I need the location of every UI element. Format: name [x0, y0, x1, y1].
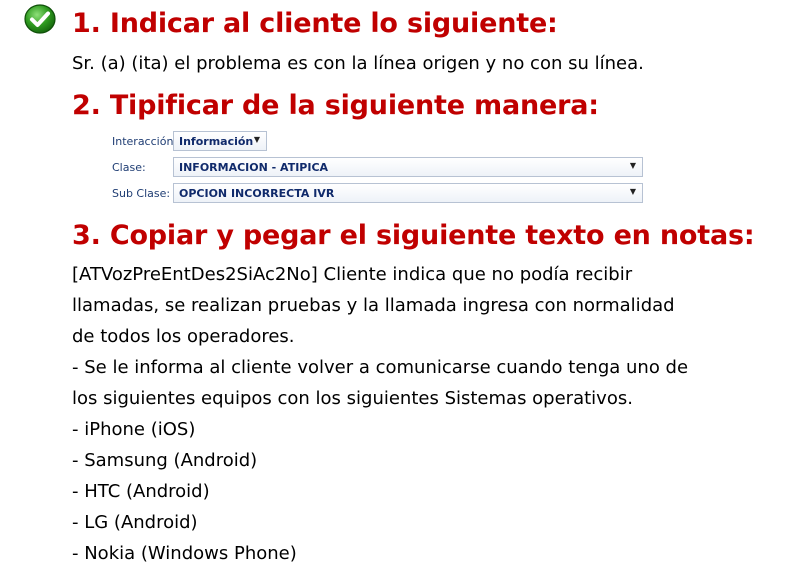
step-2-heading: 2. Tipificar de la siguiente manera:	[72, 90, 599, 121]
notes-line: - Nokia (Windows Phone)	[72, 543, 297, 564]
check-circle-icon	[24, 4, 56, 34]
notes-line: de todos los operadores.	[72, 326, 295, 347]
step-1-heading: 1. Indicar al cliente lo siguiente:	[72, 8, 558, 39]
subclase-select[interactable]: OPCION INCORRECTA IVR ▼	[173, 183, 643, 203]
notes-line: - HTC (Android)	[72, 481, 210, 502]
notes-line: los siguientes equipos con los siguiente…	[72, 388, 633, 409]
dropdown-arrow-icon: ▼	[253, 135, 260, 144]
step-1-text: Sr. (a) (ita) el problema es con la líne…	[72, 53, 644, 74]
interaccion-select[interactable]: Información ▼	[173, 131, 267, 151]
notes-line: - LG (Android)	[72, 512, 198, 533]
notes-line: - Se le informa al cliente volver a comu…	[72, 357, 689, 378]
clase-label: Clase:	[112, 161, 146, 174]
notes-text: [ATVozPreEntDes2SiAc2No] Cliente indica …	[72, 259, 802, 569]
notes-line: - iPhone (iOS)	[72, 419, 196, 440]
dropdown-arrow-icon: ▼	[629, 161, 636, 170]
notes-line: - Samsung (Android)	[72, 450, 258, 471]
notes-line: llamadas, se realizan pruebas y la llama…	[72, 295, 675, 316]
subclase-value: OPCION INCORRECTA IVR	[179, 187, 335, 200]
subclase-label: Sub Clase:	[112, 187, 171, 200]
interaccion-value: Información	[179, 135, 254, 148]
clase-value: INFORMACION - ATIPICA	[179, 161, 329, 174]
typification-form: Interacción: Información ▼ Clase: INFORM…	[112, 131, 646, 205]
step-3-heading: 3. Copiar y pegar el siguiente texto en …	[72, 220, 755, 251]
interaccion-label: Interacción:	[112, 135, 178, 148]
notes-line: [ATVozPreEntDes2SiAc2No] Cliente indica …	[72, 264, 633, 285]
clase-select[interactable]: INFORMACION - ATIPICA ▼	[173, 157, 643, 177]
dropdown-arrow-icon: ▼	[629, 187, 636, 196]
